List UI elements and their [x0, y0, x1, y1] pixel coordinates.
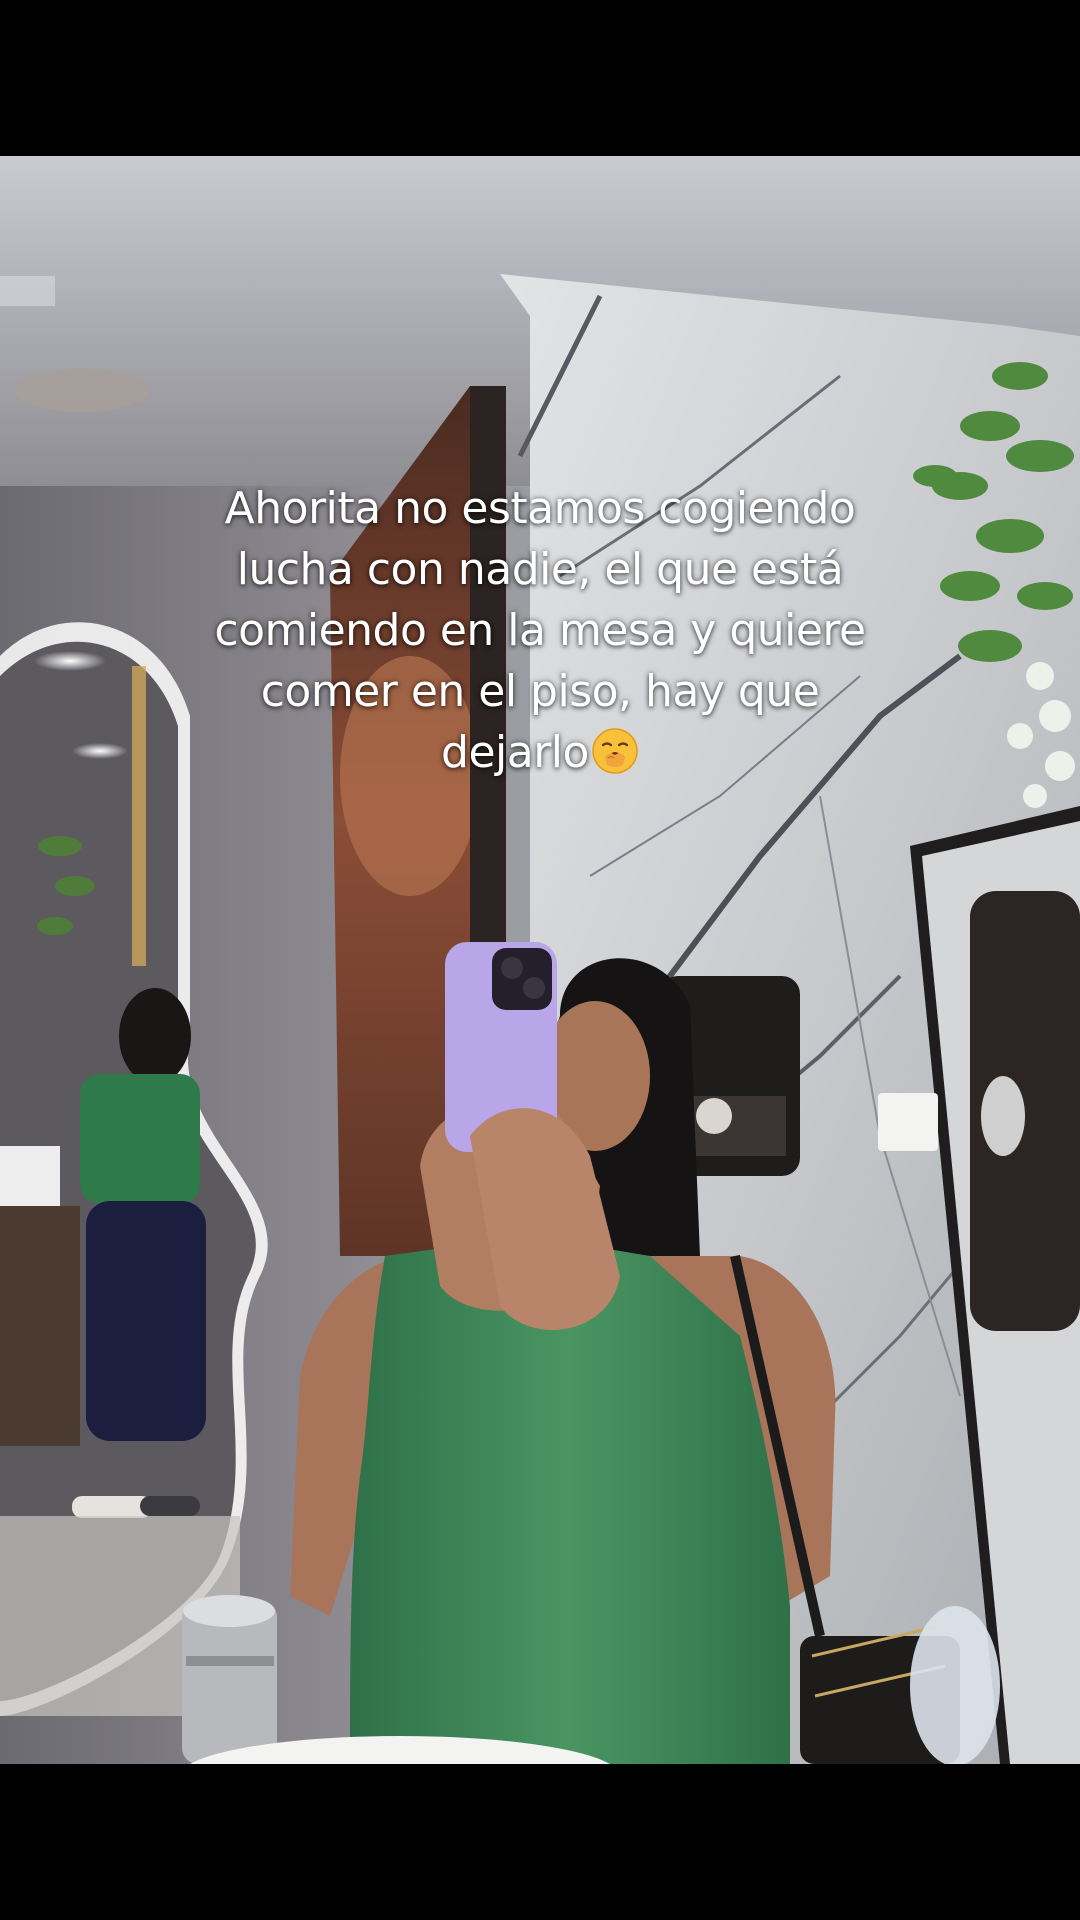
caption-line-5-text: dejarlo — [441, 727, 589, 778]
video-frame: Ahorita no estamos cogiendo lucha con na… — [0, 0, 1080, 1920]
mirror-selfie-photo — [0, 156, 1080, 1764]
caption-line-3: comiendo en la mesa y quiere — [214, 605, 866, 656]
caption-line-4: comer en el piso, hay que — [260, 666, 820, 717]
caption-text: Ahorita no estamos cogiendo lucha con na… — [150, 478, 930, 783]
yawning-face-emoji-icon — [592, 728, 638, 774]
caption-line-5: dejarlo — [150, 722, 930, 783]
photo-illustration — [0, 156, 1080, 1764]
caption-line-1: Ahorita no estamos cogiendo — [224, 483, 856, 534]
caption-line-2: lucha con nadie, el que está — [236, 544, 844, 595]
